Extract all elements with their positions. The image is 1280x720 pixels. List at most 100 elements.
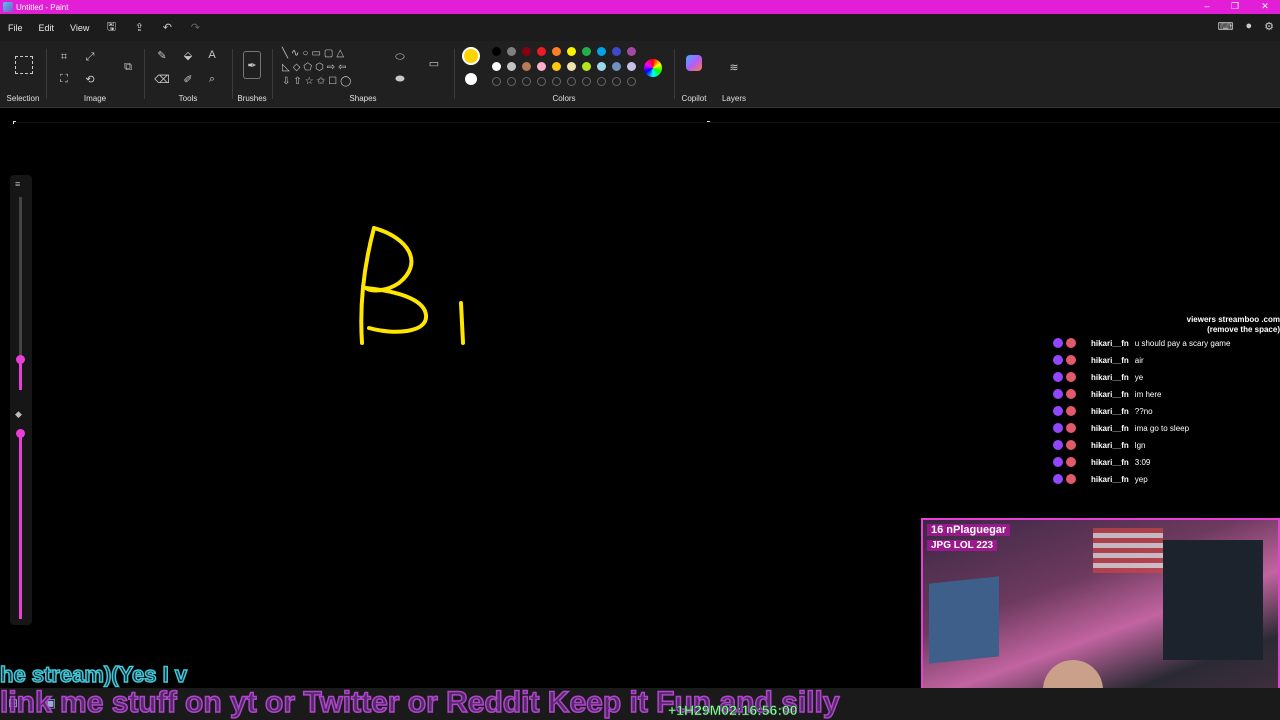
undo-icon[interactable]: ↶ (160, 21, 174, 35)
rotate-icon[interactable]: ⟲ (82, 71, 98, 87)
twitch-badge-icon (1053, 474, 1063, 484)
chat-message: hikari__fn ye (1053, 370, 1280, 384)
crop-icon[interactable]: ⌗ (56, 49, 72, 65)
ribbon: Selection ⌗ ⤢ ⧉ ⛶ ⟲ Image ✎ ⬙ A ⌫ ✐ ⌕ To… (0, 41, 1280, 108)
chat-text: lgn (1134, 440, 1146, 450)
eraser-icon[interactable]: ⌫ (154, 71, 170, 87)
custom-color-slot[interactable] (627, 77, 636, 86)
palette-swatch[interactable] (582, 62, 591, 71)
palette-swatch[interactable] (597, 62, 606, 71)
settings-icon[interactable]: ⚙ (1264, 20, 1274, 33)
edit-colors-icon[interactable] (644, 59, 662, 77)
shape-fill-icon[interactable]: ⬬ (392, 71, 408, 87)
image-select-icon[interactable]: ⧉ (120, 59, 136, 75)
custom-color-slot[interactable] (552, 77, 561, 86)
selection-group: Selection (0, 41, 46, 108)
magnifier-icon[interactable]: ⌕ (204, 71, 220, 87)
selection-label: Selection (6, 94, 40, 103)
chat-message: hikari__fn 3:09 (1053, 455, 1280, 469)
palette-swatch[interactable] (567, 47, 576, 56)
chat-username: hikari__fn (1091, 474, 1129, 484)
chat-username: hikari__fn (1091, 457, 1129, 467)
user-badge-icon (1066, 389, 1076, 399)
palette-swatch[interactable] (612, 47, 621, 56)
palette-swatch[interactable] (612, 62, 621, 71)
menu-file[interactable]: File (0, 23, 31, 33)
shape-more-icon[interactable]: ▭ (426, 55, 442, 71)
chat-text: ima go to sleep (1134, 423, 1190, 433)
shapes-row3-icon[interactable]: ⇩⇧☆✩☐◯ (282, 73, 382, 89)
chat-message: hikari__fn im here (1053, 387, 1280, 401)
user-badge-icon (1066, 372, 1076, 382)
palette-swatch[interactable] (552, 62, 561, 71)
selection-icon[interactable] (15, 56, 33, 74)
user-badge-icon (1066, 440, 1076, 450)
palette-swatch[interactable] (507, 47, 516, 56)
brush-size-slider[interactable]: ≡ ◆ (10, 175, 32, 625)
twitch-badge-icon (1053, 406, 1063, 416)
tools-label: Tools (178, 94, 198, 103)
layers-group: ≋ Layers (714, 41, 754, 108)
palette-swatch[interactable] (552, 47, 561, 56)
chat-username: hikari__fn (1091, 355, 1129, 365)
palette-swatch[interactable] (507, 62, 516, 71)
shapes-group: ╲∿○▭▢△ ◺◇⬠⬡⇨⇦ ⇩⇧☆✩☐◯ ⬭ ⬬ ▭ Shapes (272, 41, 454, 108)
palette-swatch[interactable] (522, 62, 531, 71)
user-badge-icon (1066, 406, 1076, 416)
palette-swatch[interactable] (492, 62, 501, 71)
twitch-badge-icon (1053, 372, 1063, 382)
custom-color-slot[interactable] (537, 77, 546, 86)
palette-swatch[interactable] (537, 47, 546, 56)
chat-message: hikari__fn air (1053, 353, 1280, 367)
palette-swatch[interactable] (522, 47, 531, 56)
custom-color-slot[interactable] (582, 77, 591, 86)
custom-color-slot[interactable] (522, 77, 531, 86)
pencil-icon[interactable]: ✎ (154, 47, 170, 63)
menu-view[interactable]: View (62, 23, 97, 33)
redo-icon[interactable]: ↷ (188, 21, 202, 35)
account-icon[interactable]: ● (1245, 20, 1252, 33)
palette-swatch[interactable] (627, 47, 636, 56)
palette-swatch[interactable] (597, 47, 606, 56)
resize-icon[interactable]: ⤢ (82, 49, 98, 65)
save-icon[interactable]: 🖫 (104, 21, 118, 35)
secondary-color-swatch[interactable] (465, 73, 477, 85)
primary-color-swatch[interactable] (462, 47, 480, 65)
chat-header-line1: viewers streamboo .com (1186, 315, 1280, 324)
palette-swatch[interactable] (537, 62, 546, 71)
paint-app-icon (3, 2, 13, 12)
custom-color-slot[interactable] (492, 77, 501, 86)
menu-edit[interactable]: Edit (31, 23, 63, 33)
outline-icon[interactable]: ⬭ (392, 49, 408, 65)
side-monitor-image (929, 576, 999, 664)
brush-icon[interactable]: ✒ (243, 51, 261, 79)
window-title: Untitled - Paint (16, 2, 69, 12)
feedback-icon[interactable]: ⌨ (1218, 20, 1234, 33)
palette-swatch[interactable] (492, 47, 501, 56)
chat-message: hikari__fn yep (1053, 472, 1280, 486)
copilot-icon[interactable] (686, 55, 702, 71)
custom-color-slot[interactable] (612, 77, 621, 86)
copilot-group: Copilot (674, 41, 714, 108)
chat-username: hikari__fn (1091, 338, 1129, 348)
share-icon[interactable]: ⇪ (132, 21, 146, 35)
custom-color-slot[interactable] (507, 77, 516, 86)
close-icon[interactable]: ✕ (1250, 1, 1280, 12)
maximize-icon[interactable]: ❐ (1220, 1, 1250, 12)
webcam-tag-2: JPG LOL 223 (927, 540, 998, 551)
opacity-knob[interactable] (16, 429, 25, 438)
color-picker-icon[interactable]: ✐ (180, 71, 196, 87)
chat-message: hikari__fn ??no (1053, 404, 1280, 418)
palette-swatch[interactable] (627, 62, 636, 71)
remove-background-icon[interactable]: ⛶ (56, 71, 72, 87)
layers-icon[interactable]: ≋ (726, 59, 742, 75)
fill-icon[interactable]: ⬙ (180, 47, 196, 63)
palette-swatch[interactable] (582, 47, 591, 56)
custom-color-slot[interactable] (567, 77, 576, 86)
text-icon[interactable]: A (204, 47, 220, 63)
image-label: Image (83, 94, 107, 103)
custom-color-slot[interactable] (597, 77, 606, 86)
minimize-icon[interactable]: – (1192, 1, 1222, 11)
size-knob[interactable] (16, 355, 25, 364)
palette-swatch[interactable] (567, 62, 576, 71)
